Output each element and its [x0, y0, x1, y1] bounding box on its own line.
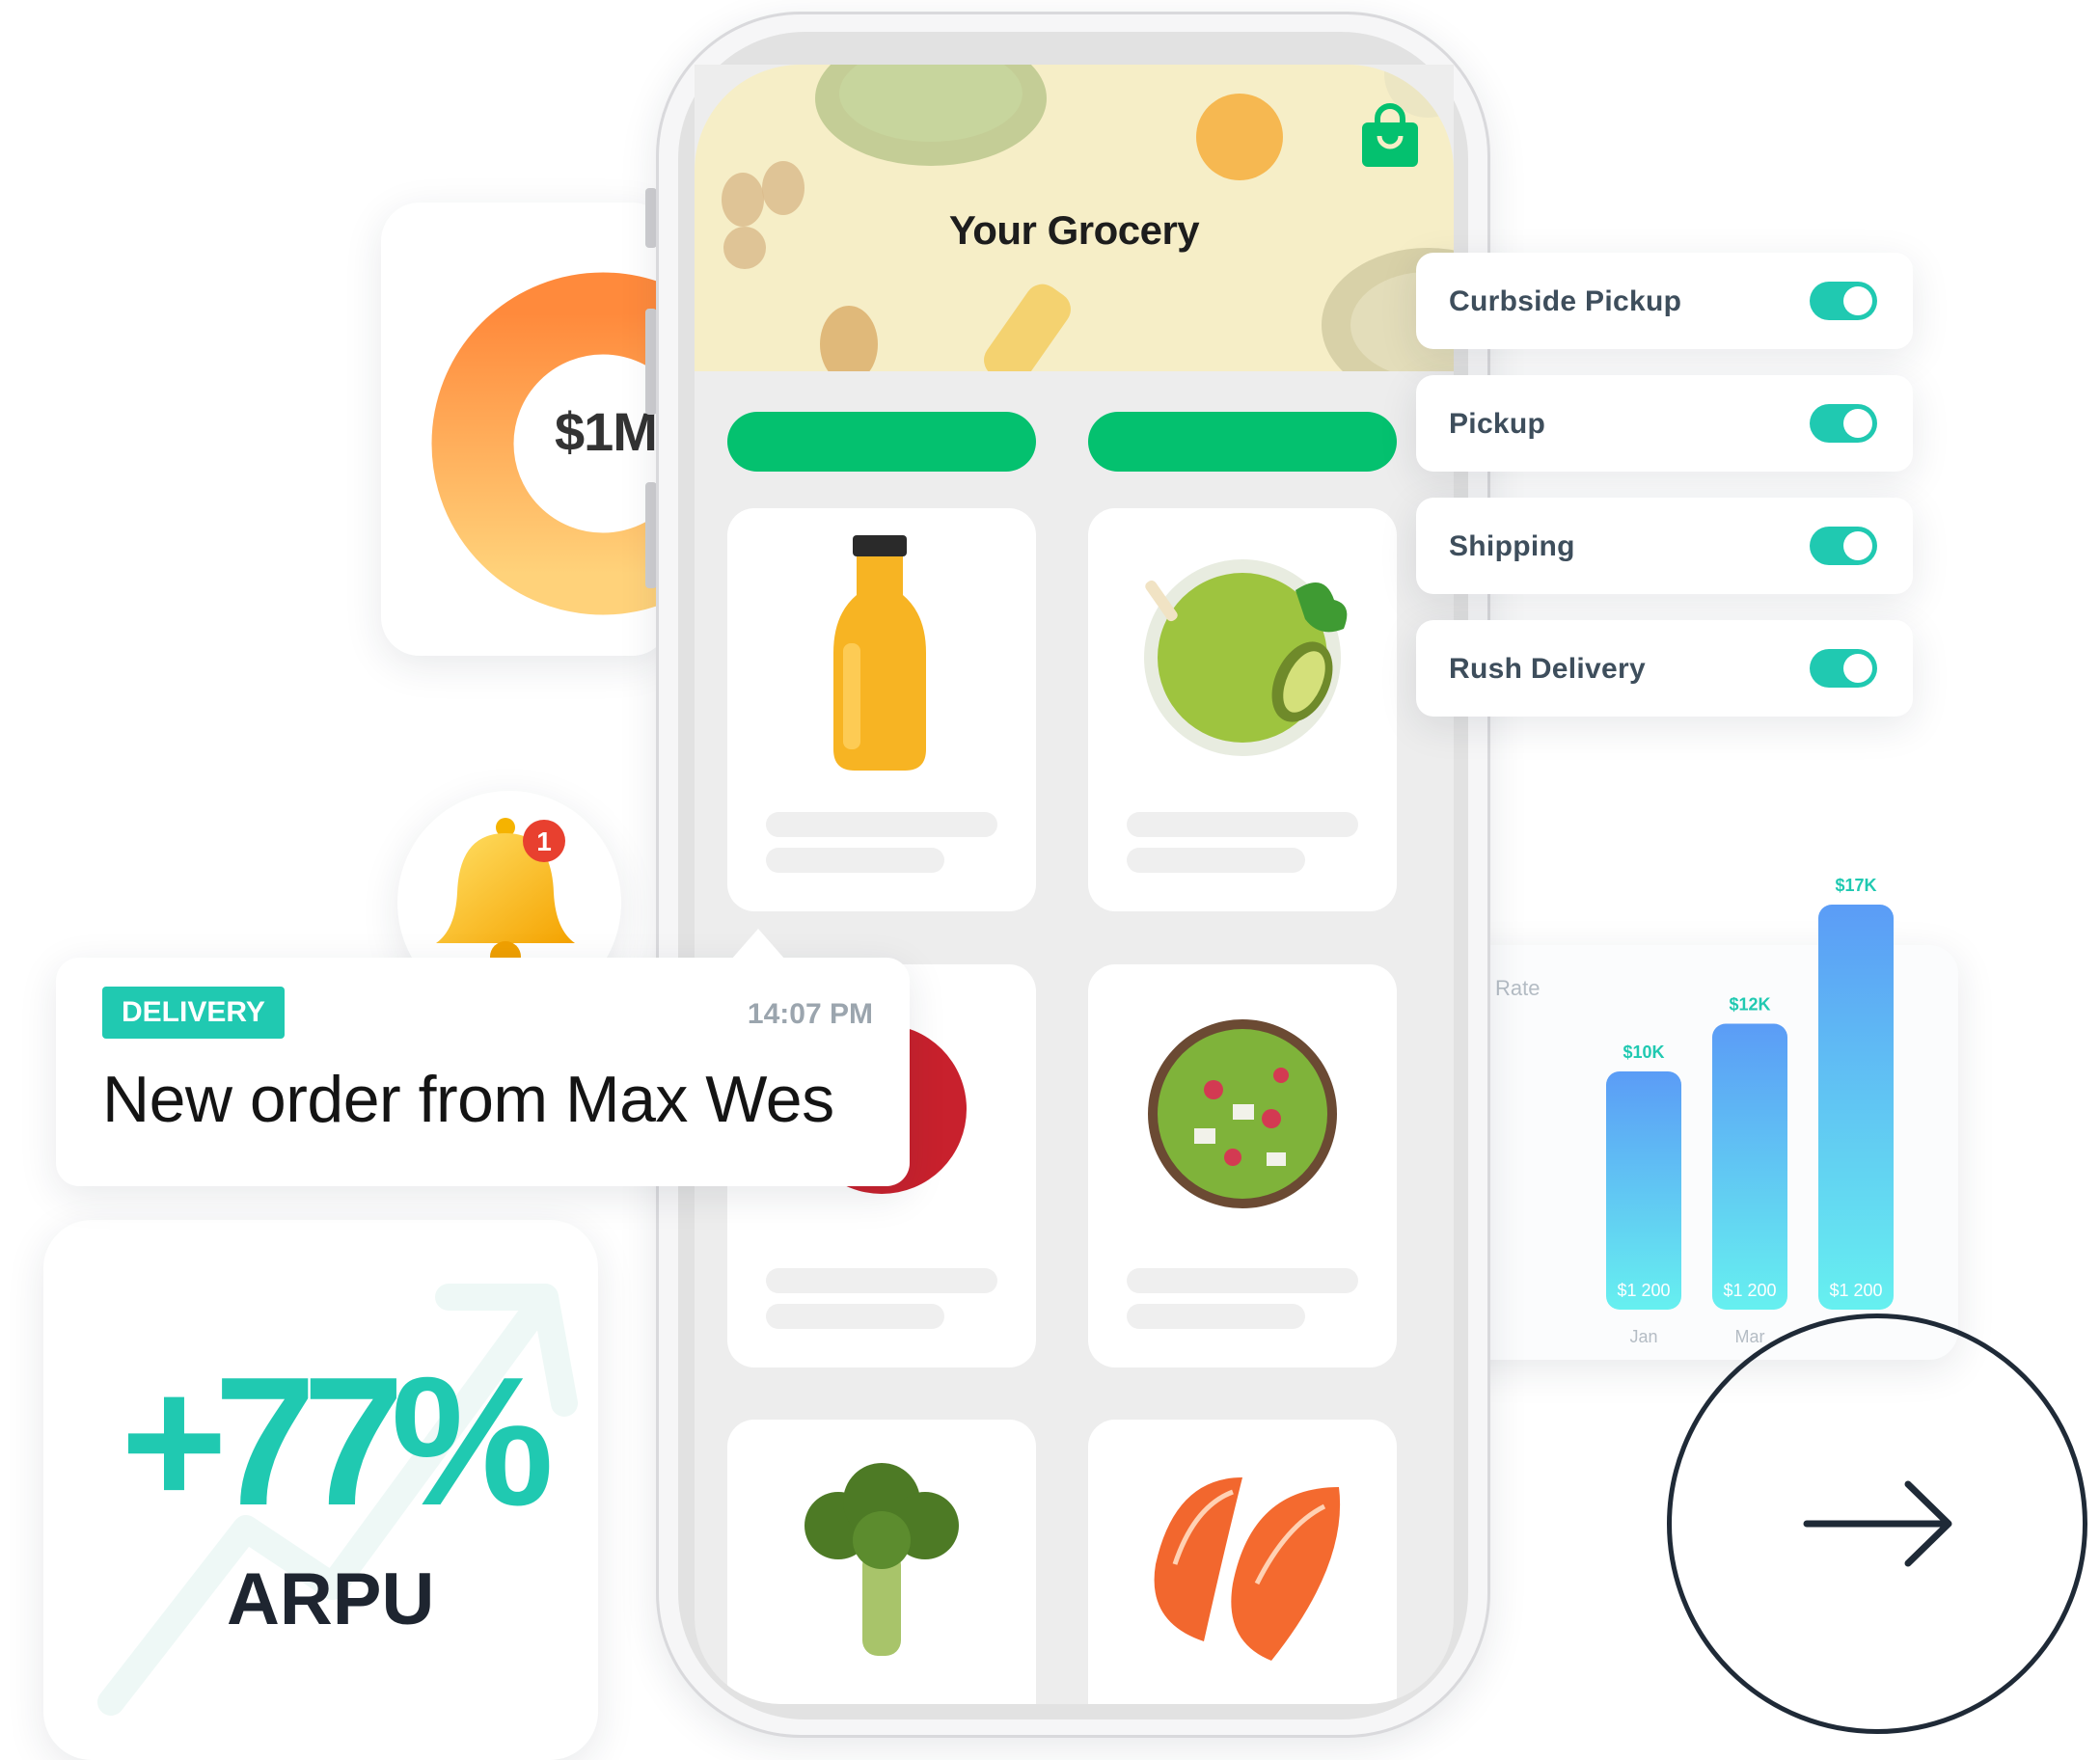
- product-tile-salad[interactable]: [1088, 964, 1397, 1367]
- rush-delivery-toggle[interactable]: [1810, 649, 1877, 688]
- bell-count-badge: 1: [536, 826, 552, 856]
- chart-bar-value-label: $1 200: [1829, 1281, 1882, 1300]
- chart-bar-value-label: $1 200: [1723, 1281, 1776, 1300]
- toggle-knob: [1843, 286, 1872, 315]
- app-header-banner: Your Grocery: [695, 65, 1454, 371]
- juice-bottle-icon: [833, 535, 926, 771]
- notification-time: 14:07 PM: [747, 998, 873, 1030]
- product-price-placeholder: [1127, 848, 1305, 873]
- smoothie-glass-icon: [1144, 559, 1348, 756]
- chart-category-label: Jan: [1629, 1327, 1657, 1346]
- shipping-toggle[interactable]: [1810, 527, 1877, 565]
- product-name-placeholder: [1127, 812, 1358, 837]
- arpu-value: +77%: [121, 1340, 554, 1544]
- curbside-pickup-toggle[interactable]: [1810, 282, 1877, 320]
- phone-frame: Your Grocery: [656, 12, 1490, 1738]
- rate-bar-chart: Rate $10K$1 200Jan$12K$1 200Mar$17K$1 20…: [1495, 876, 1894, 1346]
- product-tile-juice[interactable]: [727, 508, 1036, 911]
- app-title: Your Grocery: [948, 207, 1200, 253]
- notification-caret: [731, 929, 785, 960]
- toggle-knob: [1843, 409, 1872, 438]
- toggle-card-curbside-pickup: Curbside Pickup: [1416, 253, 1913, 349]
- chart-bar-value-label: $1 200: [1617, 1281, 1670, 1300]
- chart-title: Rate: [1495, 976, 1540, 1000]
- toggle-label: Pickup: [1449, 408, 1546, 440]
- broccoli-icon: [805, 1463, 959, 1656]
- toggle-card-shipping: Shipping: [1416, 498, 1913, 594]
- chart-bar: [1818, 905, 1894, 1310]
- salad-bowl-icon: [1148, 1019, 1337, 1208]
- chart-bar: [1606, 1070, 1681, 1310]
- notification-badge: DELIVERY: [102, 987, 285, 1039]
- product-tile-smoothie[interactable]: [1088, 508, 1397, 911]
- toggle-knob: [1843, 531, 1872, 560]
- chart-bar-top-label: $12K: [1729, 995, 1770, 1015]
- revenue-donut-card: $1M: [381, 203, 775, 656]
- chart-bar-top-label: $10K: [1623, 1042, 1664, 1062]
- shopping-bag-icon[interactable]: [1360, 103, 1420, 169]
- toggle-knob: [1843, 654, 1872, 683]
- chart-bar: [1712, 1023, 1787, 1310]
- arpu-card: +77% ARPU: [43, 1220, 598, 1760]
- arrow-right-icon: [1803, 1480, 1952, 1567]
- grocery-app-screen: Your Grocery: [695, 65, 1454, 1704]
- product-tile-broccoli[interactable]: [727, 1420, 1036, 1704]
- product-name-placeholder: [766, 812, 997, 837]
- category-button-1[interactable]: [727, 412, 1036, 472]
- order-notification[interactable]: DELIVERY 14:07 PM New order from Max Wes: [56, 929, 910, 1186]
- arpu-label: ARPU: [227, 1558, 435, 1640]
- next-button[interactable]: [1667, 1313, 2087, 1734]
- toggle-label: Rush Delivery: [1449, 653, 1646, 685]
- notification-message: New order from Max Wes: [102, 1063, 834, 1136]
- toggle-label: Curbside Pickup: [1449, 285, 1682, 317]
- pickup-toggle[interactable]: [1810, 404, 1877, 443]
- toggle-card-pickup: Pickup: [1416, 375, 1913, 472]
- product-tile-salmon[interactable]: [1088, 1420, 1397, 1704]
- product-name-placeholder: [1127, 1268, 1358, 1293]
- product-price-placeholder: [1127, 1304, 1305, 1329]
- product-name-placeholder: [766, 1268, 997, 1293]
- toggle-card-rush-delivery: Rush Delivery: [1416, 620, 1913, 717]
- product-price-placeholder: [766, 848, 944, 873]
- category-button-2[interactable]: [1088, 412, 1397, 472]
- toggle-label: Shipping: [1449, 530, 1575, 562]
- chart-bar-top-label: $17K: [1835, 876, 1876, 895]
- salmon-icon: [1154, 1477, 1341, 1661]
- product-price-placeholder: [766, 1304, 944, 1329]
